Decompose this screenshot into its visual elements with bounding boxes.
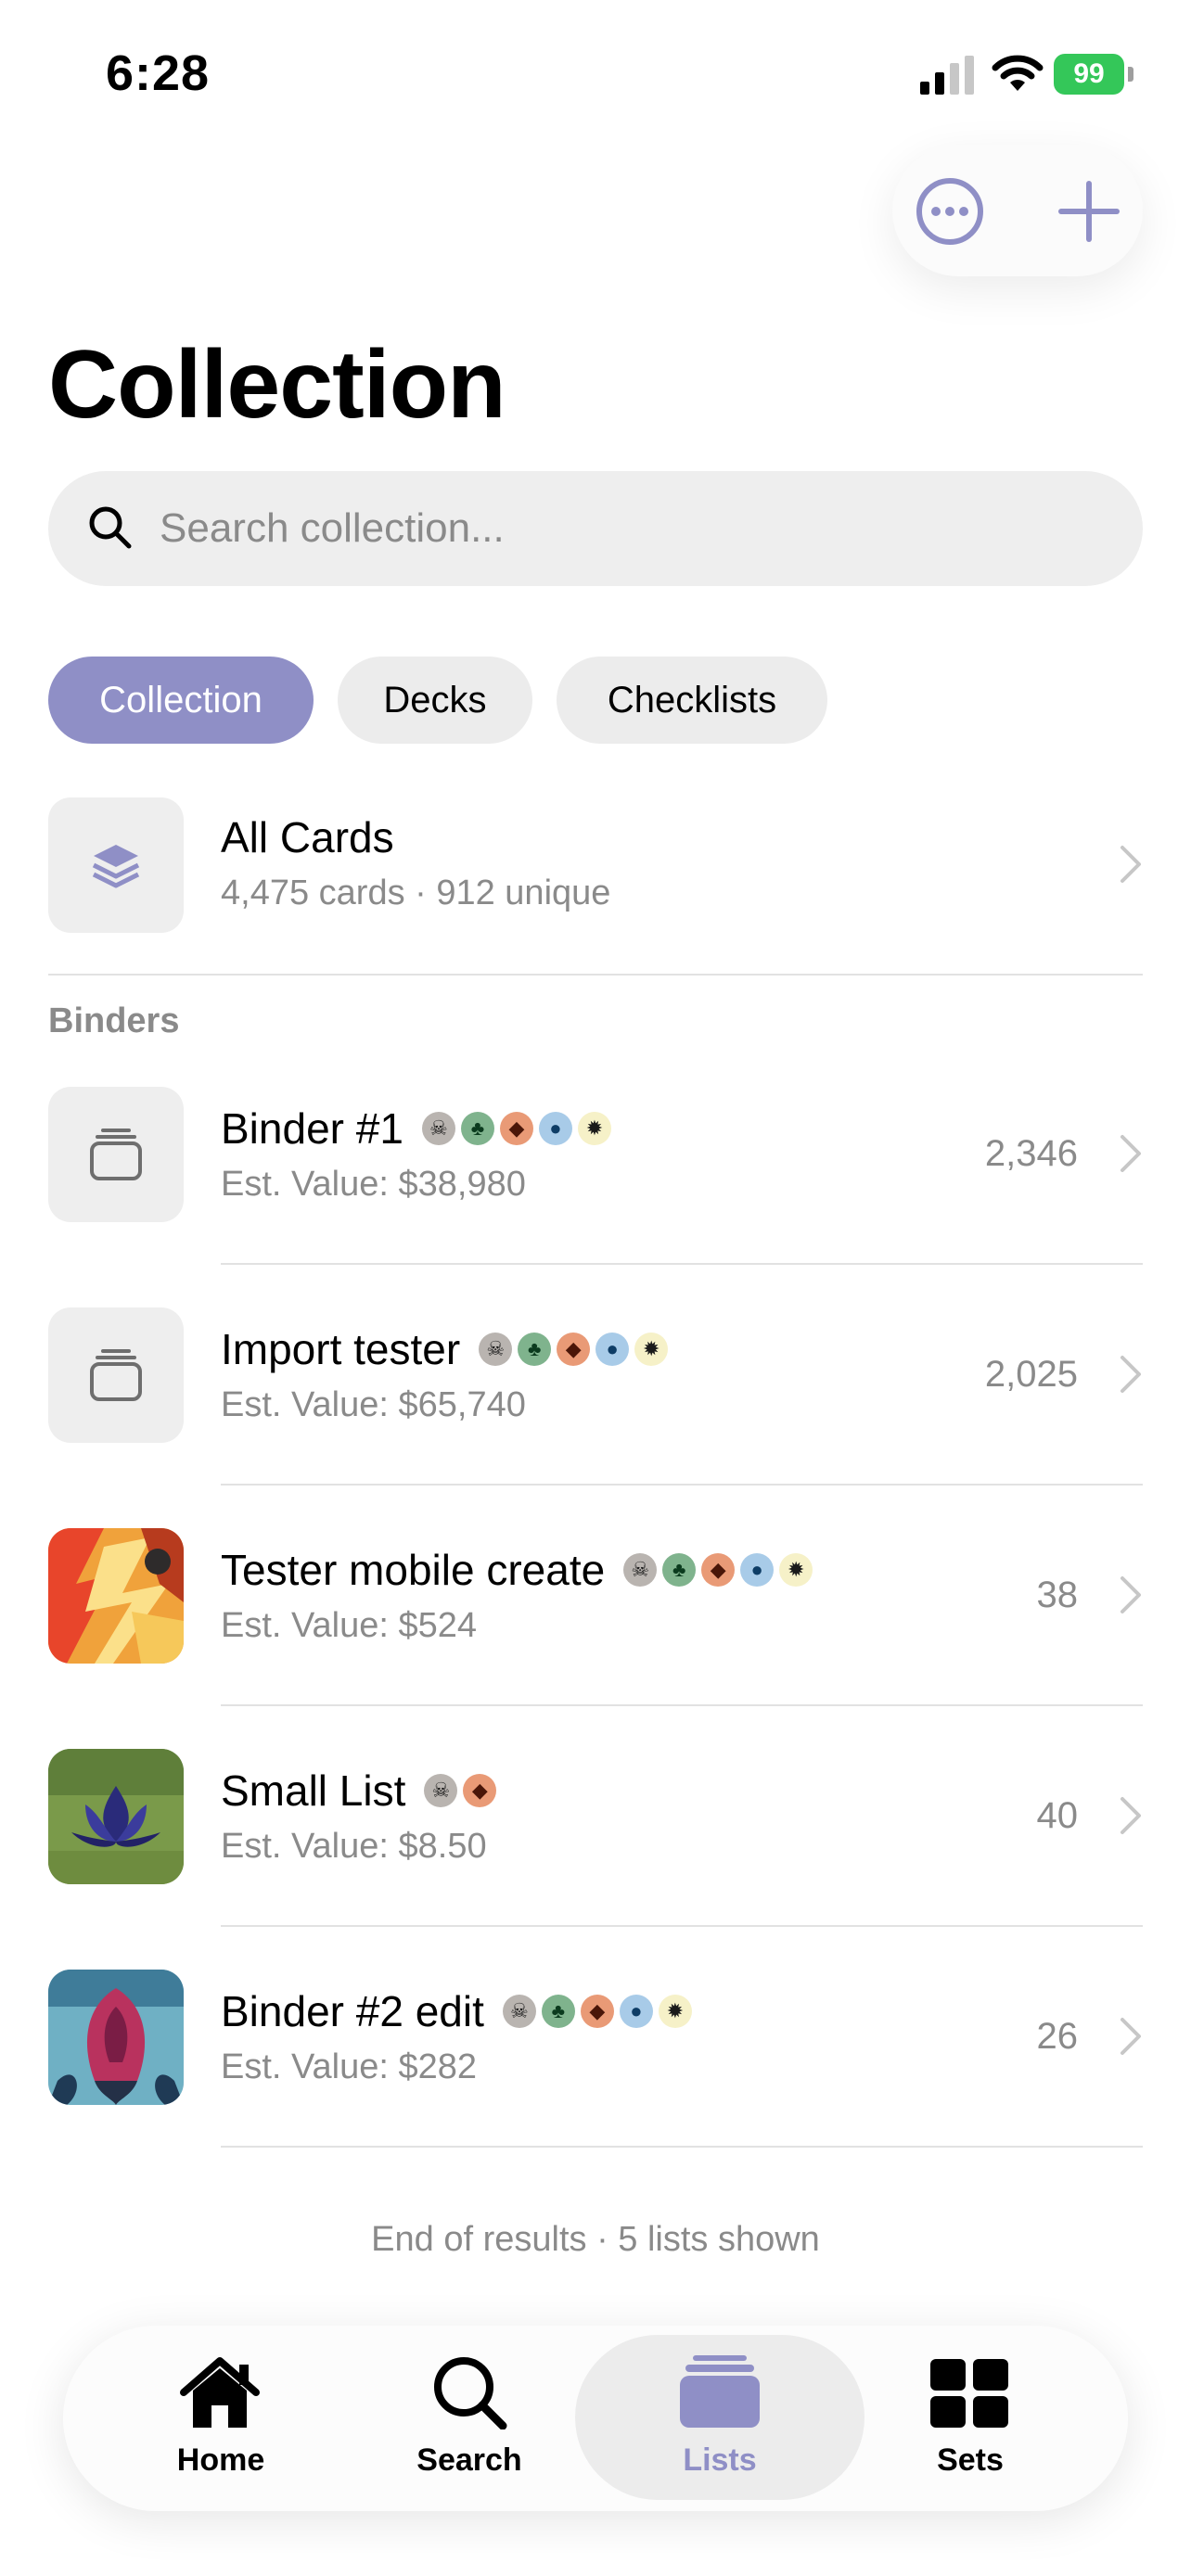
color-pips: ☠ ◆ bbox=[424, 1774, 497, 1807]
binder-count: 26 bbox=[1036, 2016, 1079, 2057]
binder-icon bbox=[90, 1349, 142, 1401]
wifi-icon bbox=[992, 55, 1044, 91]
card-art-thumb bbox=[48, 1749, 184, 1884]
red-mana-icon: ◆ bbox=[463, 1774, 497, 1807]
binder-name: Binder #2 edit bbox=[221, 1987, 484, 2035]
chevron-right-icon bbox=[1121, 1797, 1141, 1834]
all-cards-subtitle: 4,475 cards · 912 unique bbox=[221, 874, 611, 912]
magnifier-icon bbox=[434, 2357, 507, 2429]
black-mana-icon: ☠ bbox=[479, 1333, 513, 1366]
tab-search-label: Search bbox=[416, 2442, 522, 2478]
color-pips: ☠ ♣ ◆ ● ✹ bbox=[623, 1553, 813, 1587]
chevron-right-icon bbox=[1121, 846, 1141, 883]
black-mana-icon: ☠ bbox=[421, 1112, 455, 1145]
battery-level: 99 bbox=[1054, 54, 1124, 95]
color-pips: ☠ ♣ ◆ ● ✹ bbox=[421, 1112, 611, 1145]
binder-value: Est. Value: $38,980 bbox=[221, 1165, 526, 1204]
house-icon bbox=[180, 2357, 260, 2428]
card-art-fire bbox=[48, 1528, 184, 1664]
tab-lists-label: Lists bbox=[683, 2442, 757, 2478]
binder-count: 38 bbox=[1036, 1575, 1079, 1615]
binder-name: Tester mobile create bbox=[221, 1546, 606, 1594]
divider bbox=[221, 1925, 1143, 1927]
binder-title: Binder #1 ☠ ♣ ◆ ● ✹ bbox=[221, 1103, 611, 1154]
red-mana-icon: ◆ bbox=[557, 1333, 591, 1366]
blue-mana-icon: ● bbox=[619, 1995, 653, 2028]
binder-title: Tester mobile create ☠ ♣ ◆ ● ✹ bbox=[221, 1545, 813, 1595]
page-title: Collection bbox=[48, 331, 506, 439]
red-mana-icon: ◆ bbox=[701, 1553, 736, 1587]
green-mana-icon: ♣ bbox=[662, 1553, 697, 1587]
results-footer: End of results · 5 lists shown bbox=[371, 2220, 820, 2259]
black-mana-icon: ☠ bbox=[623, 1553, 658, 1587]
black-mana-icon: ☠ bbox=[502, 1995, 536, 2028]
color-pips: ☠ ♣ ◆ ● ✹ bbox=[502, 1995, 692, 2028]
chevron-right-icon bbox=[1121, 1135, 1141, 1172]
chevron-right-icon bbox=[1121, 1356, 1141, 1393]
binder-thumb bbox=[48, 1307, 184, 1443]
binder-title: Binder #2 edit ☠ ♣ ◆ ● ✹ bbox=[221, 1986, 692, 2036]
segment-decks[interactable]: Decks bbox=[338, 657, 532, 744]
binder-count: 2,346 bbox=[984, 1133, 1078, 1174]
divider bbox=[221, 1484, 1143, 1486]
tab-home-label: Home bbox=[176, 2442, 265, 2478]
all-cards-thumb bbox=[48, 797, 184, 933]
binder-name: Binder #1 bbox=[221, 1104, 403, 1153]
binder-icon bbox=[90, 1129, 142, 1180]
card-art-thumb bbox=[48, 1528, 184, 1664]
green-mana-icon: ♣ bbox=[541, 1995, 575, 2028]
red-mana-icon: ◆ bbox=[499, 1112, 533, 1145]
binder-title: Small List ☠ ◆ bbox=[221, 1766, 497, 1816]
binder-value: Est. Value: $8.50 bbox=[221, 1827, 487, 1866]
binder-count: 40 bbox=[1036, 1795, 1079, 1836]
blue-mana-icon: ● bbox=[740, 1553, 775, 1587]
divider bbox=[221, 1263, 1143, 1265]
blue-mana-icon: ● bbox=[596, 1333, 630, 1366]
binder-value: Est. Value: $282 bbox=[221, 2047, 478, 2086]
black-mana-icon: ☠ bbox=[424, 1774, 458, 1807]
color-pips: ☠ ♣ ◆ ● ✹ bbox=[479, 1333, 669, 1366]
search-input[interactable] bbox=[160, 490, 1106, 567]
binder-value: Est. Value: $65,740 bbox=[221, 1385, 526, 1424]
card-art-thumb bbox=[48, 1970, 184, 2105]
binder-name: Import tester bbox=[221, 1325, 461, 1373]
segment-checklists[interactable]: Checklists bbox=[557, 657, 827, 744]
card-art-lotus bbox=[48, 1749, 184, 1884]
battery-icon: 99 bbox=[1054, 54, 1133, 95]
white-mana-icon: ✹ bbox=[658, 1995, 692, 2028]
card-art-creature bbox=[48, 1970, 184, 2105]
white-mana-icon: ✹ bbox=[634, 1333, 669, 1366]
white-mana-icon: ✹ bbox=[577, 1112, 611, 1145]
stack-icon bbox=[680, 2355, 760, 2428]
tab-sets-label: Sets bbox=[937, 2442, 1004, 2478]
status-time: 6:28 bbox=[106, 45, 211, 101]
divider bbox=[48, 974, 1143, 976]
binder-name: Small List bbox=[221, 1766, 406, 1815]
chevron-right-icon bbox=[1121, 2018, 1141, 2055]
add-list-button[interactable] bbox=[1054, 176, 1124, 247]
grid-icon bbox=[930, 2359, 1008, 2428]
cellular-signal-icon bbox=[920, 56, 974, 95]
all-cards-title: All Cards bbox=[221, 813, 394, 861]
divider bbox=[221, 2146, 1143, 2148]
binder-thumb bbox=[48, 1087, 184, 1222]
binder-title: Import tester ☠ ♣ ◆ ● ✹ bbox=[221, 1324, 669, 1374]
search-icon bbox=[89, 506, 132, 549]
green-mana-icon: ♣ bbox=[460, 1112, 494, 1145]
more-options-button[interactable] bbox=[915, 176, 985, 247]
stack-layers-icon bbox=[92, 845, 140, 888]
red-mana-icon: ◆ bbox=[580, 1995, 614, 2028]
divider bbox=[221, 1704, 1143, 1706]
green-mana-icon: ♣ bbox=[518, 1333, 552, 1366]
binder-count: 2,025 bbox=[984, 1354, 1078, 1395]
section-label-binders: Binders bbox=[48, 1001, 180, 1040]
blue-mana-icon: ● bbox=[538, 1112, 572, 1145]
binder-value: Est. Value: $524 bbox=[221, 1606, 478, 1645]
chevron-right-icon bbox=[1121, 1576, 1141, 1613]
white-mana-icon: ✹ bbox=[779, 1553, 813, 1587]
segment-collection[interactable]: Collection bbox=[48, 657, 314, 744]
